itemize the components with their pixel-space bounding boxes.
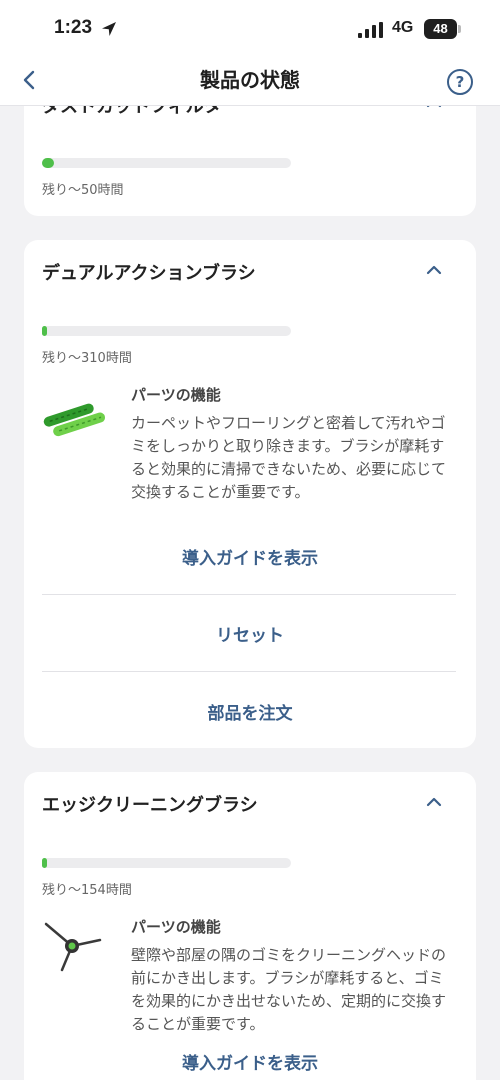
life-progress-fill [42,326,47,336]
help-icon[interactable]: ? [447,69,473,95]
remaining-hours: 残り〜50時間 [42,183,124,198]
card-title: デュアルアクションブラシ [42,263,256,284]
life-progress-fill [42,158,55,168]
divider [42,671,456,672]
feature-heading: パーツの機能 [131,386,221,404]
dual-brush-image [43,403,106,437]
edge-brush-image [44,922,102,972]
chevron-up-icon[interactable] [426,265,442,275]
network-label: 4G [392,19,414,36]
feature-description: 壁際や部屋の隅のゴミをクリーニングヘッドの前にかき出します。ブラシが摩耗すると、… [131,946,447,1033]
location-arrow-icon [102,22,116,36]
remaining-hours: 残り〜154時間 [42,883,132,898]
order-parts-button[interactable]: 部品を注文 [24,699,476,724]
status-time: 1:23 [54,17,93,38]
signal-icon [358,22,383,38]
battery-level: 48 [424,19,457,39]
life-progress-bar [42,158,291,168]
remaining-hours: 残り〜310時間 [42,351,132,366]
divider [42,594,456,595]
card-title: エッジクリーニングブラシ [42,795,258,816]
installation-guide-link[interactable]: 導入ガイドを表示 [24,1049,476,1074]
battery-icon: 48 [424,19,462,39]
part-card-edge-brush: エッジクリーニングブラシ 残り〜154時間 パーツの機能 壁際や部屋の隅のゴミを… [24,772,476,1080]
chevron-up-icon[interactable] [426,797,442,807]
life-progress-bar [42,858,291,868]
reset-button[interactable]: リセット [24,621,476,646]
life-progress-bar [42,326,291,336]
battery-tip [458,25,461,33]
status-bar: 1:23 4G 48 [0,0,500,56]
feature-description: カーペットやフローリングと密着して汚れやゴミをしっかりと取り除きます。ブラシが摩… [131,414,447,501]
life-progress-fill [42,858,47,868]
part-card-dual-brush: デュアルアクションブラシ 残り〜310時間 パーツの機能 カーペットやフローリン… [24,240,476,748]
feature-heading: パーツの機能 [131,918,221,936]
installation-guide-link[interactable]: 導入ガイドを表示 [24,544,476,569]
nav-bar: 製品の状態 ? [0,56,500,106]
page-title: 製品の状態 [200,68,300,92]
